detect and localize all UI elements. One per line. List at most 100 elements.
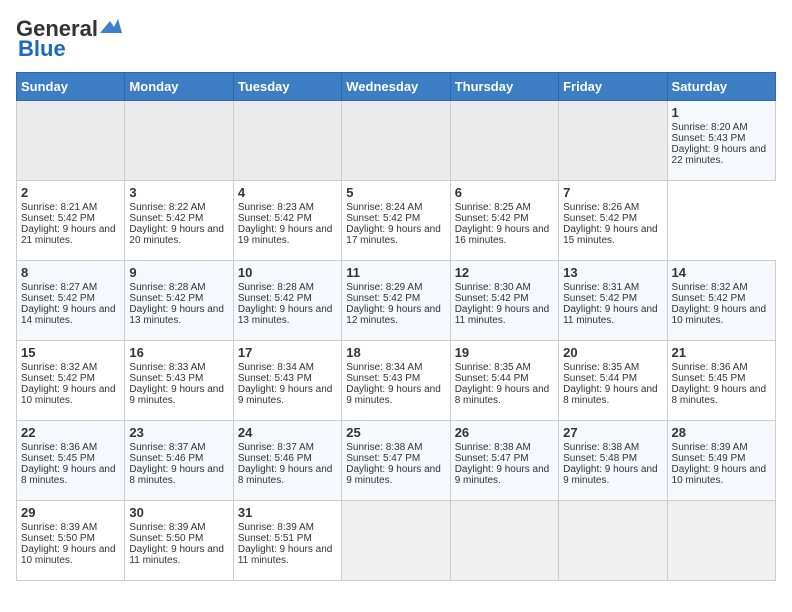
sunset-text: Sunset: 5:44 PM [563,373,637,384]
sunrise-text: Sunrise: 8:22 AM [129,202,205,213]
day-number: 17 [238,345,337,360]
empty-cell [450,101,558,181]
daylight-text: Daylight: 9 hours and 9 minutes. [346,464,441,486]
daylight-text: Daylight: 9 hours and 16 minutes. [455,224,550,246]
sunrise-text: Sunrise: 8:39 AM [672,442,748,453]
sunset-text: Sunset: 5:43 PM [672,133,746,144]
sunset-text: Sunset: 5:45 PM [21,453,95,464]
sunrise-text: Sunrise: 8:36 AM [672,362,748,373]
sunrise-text: Sunrise: 8:25 AM [455,202,531,213]
sunset-text: Sunset: 5:42 PM [21,293,95,304]
day-cell-11: 11Sunrise: 8:29 AMSunset: 5:42 PMDayligh… [342,261,450,341]
sunset-text: Sunset: 5:42 PM [21,213,95,224]
day-number: 25 [346,425,445,440]
daylight-text: Daylight: 9 hours and 8 minutes. [455,384,550,406]
day-number: 5 [346,185,445,200]
sunset-text: Sunset: 5:50 PM [129,533,203,544]
sunset-text: Sunset: 5:42 PM [238,213,312,224]
day-cell-23: 23Sunrise: 8:37 AMSunset: 5:46 PMDayligh… [125,421,233,501]
day-cell-21: 21Sunrise: 8:36 AMSunset: 5:45 PMDayligh… [667,341,775,421]
daylight-text: Daylight: 9 hours and 8 minutes. [129,464,224,486]
day-cell-24: 24Sunrise: 8:37 AMSunset: 5:46 PMDayligh… [233,421,341,501]
day-cell-25: 25 Sunrise: 8:38 AMSunset: 5:47 PMDayligh… [342,421,450,501]
day-cell-31: 31Sunrise: 8:39 AMSunset: 5:51 PMDayligh… [233,501,341,581]
day-cell-30: 30Sunrise: 8:39 AMSunset: 5:50 PMDayligh… [125,501,233,581]
sunrise-text: Sunrise: 8:29 AM [346,282,422,293]
daylight-text: Daylight: 9 hours and 21 minutes. [21,224,116,246]
daylight-text: Daylight: 9 hours and 9 minutes. [455,464,550,486]
col-header-saturday: Saturday [667,73,775,101]
day-number: 31 [238,505,337,520]
daylight-text: Daylight: 9 hours and 12 minutes. [346,304,441,326]
day-number: 15 [21,345,120,360]
sunset-text: Sunset: 5:42 PM [346,293,420,304]
day-cell-29: 29 Sunrise: 8:39 AMSunset: 5:50 PMDayligh… [17,501,125,581]
week-row-2: 8Sunrise: 8:27 AMSunset: 5:42 PMDaylight… [17,261,776,341]
col-header-sunday: Sunday [17,73,125,101]
daylight-text: Daylight: 9 hours and 11 minutes. [238,544,333,566]
sunset-text: Sunset: 5:46 PM [238,453,312,464]
sunrise-text: Sunrise: 8:39 AM [238,522,314,533]
day-cell-19: 19Sunrise: 8:35 AMSunset: 5:44 PMDayligh… [450,341,558,421]
day-number: 6 [455,185,554,200]
day-number: 18 [346,345,445,360]
sunrise-text: Sunrise: 8:36 AM [21,442,97,453]
sunset-text: Sunset: 5:42 PM [346,213,420,224]
day-cell-27: 27Sunrise: 8:38 AMSunset: 5:48 PMDayligh… [559,421,667,501]
day-number: 27 [563,425,662,440]
week-row-3: 15Sunrise: 8:32 AMSunset: 5:42 PMDayligh… [17,341,776,421]
sunrise-text: Sunrise: 8:38 AM [563,442,639,453]
sunset-text: Sunset: 5:42 PM [455,213,529,224]
daylight-text: Daylight: 9 hours and 11 minutes. [563,304,658,326]
daylight-text: Daylight: 9 hours and 14 minutes. [21,304,116,326]
sunrise-text: Sunrise: 8:28 AM [238,282,314,293]
daylight-text: Daylight: 9 hours and 19 minutes. [238,224,333,246]
day-number: 10 [238,265,337,280]
empty-cell [125,101,233,181]
sunset-text: Sunset: 5:50 PM [21,533,95,544]
day-cell-4: 4Sunrise: 8:23 AMSunset: 5:42 PMDaylight… [233,181,341,261]
sunset-text: Sunset: 5:48 PM [563,453,637,464]
sunrise-text: Sunrise: 8:38 AM [346,442,422,453]
sunrise-text: Sunrise: 8:37 AM [129,442,205,453]
week-row-1: 2Sunrise: 8:21 AMSunset: 5:42 PMDaylight… [17,181,776,261]
sunrise-text: Sunrise: 8:24 AM [346,202,422,213]
day-cell-1: 1Sunrise: 8:20 AMSunset: 5:43 PMDaylight… [667,101,775,181]
sunrise-text: Sunrise: 8:28 AM [129,282,205,293]
daylight-text: Daylight: 9 hours and 8 minutes. [672,384,767,406]
sunrise-text: Sunrise: 8:35 AM [455,362,531,373]
day-cell-26: 26Sunrise: 8:38 AMSunset: 5:47 PMDayligh… [450,421,558,501]
empty-cell [342,101,450,181]
day-number: 22 [21,425,120,440]
day-number: 4 [238,185,337,200]
col-header-wednesday: Wednesday [342,73,450,101]
empty-cell [450,501,558,581]
sunrise-text: Sunrise: 8:32 AM [672,282,748,293]
sunset-text: Sunset: 5:47 PM [346,453,420,464]
day-cell-8: 8Sunrise: 8:27 AMSunset: 5:42 PMDaylight… [17,261,125,341]
daylight-text: Daylight: 9 hours and 10 minutes. [672,464,767,486]
week-row-5: 29Sunrise: 8:39 AMSunset: 5:50 PMDayligh… [17,501,776,581]
col-header-tuesday: Tuesday [233,73,341,101]
day-number: 30 [129,505,228,520]
day-number: 2 [21,185,120,200]
daylight-text: Daylight: 9 hours and 8 minutes. [238,464,333,486]
sunset-text: Sunset: 5:42 PM [129,293,203,304]
logo-bird-icon [100,19,122,35]
sunrise-text: Sunrise: 8:34 AM [346,362,422,373]
day-cell-7: 7Sunrise: 8:26 AMSunset: 5:42 PMDaylight… [559,181,667,261]
day-cell-17: 17Sunrise: 8:34 AMSunset: 5:43 PMDayligh… [233,341,341,421]
sunrise-text: Sunrise: 8:20 AM [672,122,748,133]
sunrise-text: Sunrise: 8:39 AM [21,522,97,533]
day-number: 9 [129,265,228,280]
daylight-text: Daylight: 9 hours and 13 minutes. [129,304,224,326]
sunrise-text: Sunrise: 8:30 AM [455,282,531,293]
daylight-text: Daylight: 9 hours and 8 minutes. [21,464,116,486]
day-number: 13 [563,265,662,280]
day-number: 29 [21,505,120,520]
day-cell-3: 3Sunrise: 8:22 AMSunset: 5:42 PMDaylight… [125,181,233,261]
daylight-text: Daylight: 9 hours and 10 minutes. [672,304,767,326]
sunset-text: Sunset: 5:42 PM [563,293,637,304]
daylight-text: Daylight: 9 hours and 10 minutes. [21,544,116,566]
daylight-text: Daylight: 9 hours and 15 minutes. [563,224,658,246]
